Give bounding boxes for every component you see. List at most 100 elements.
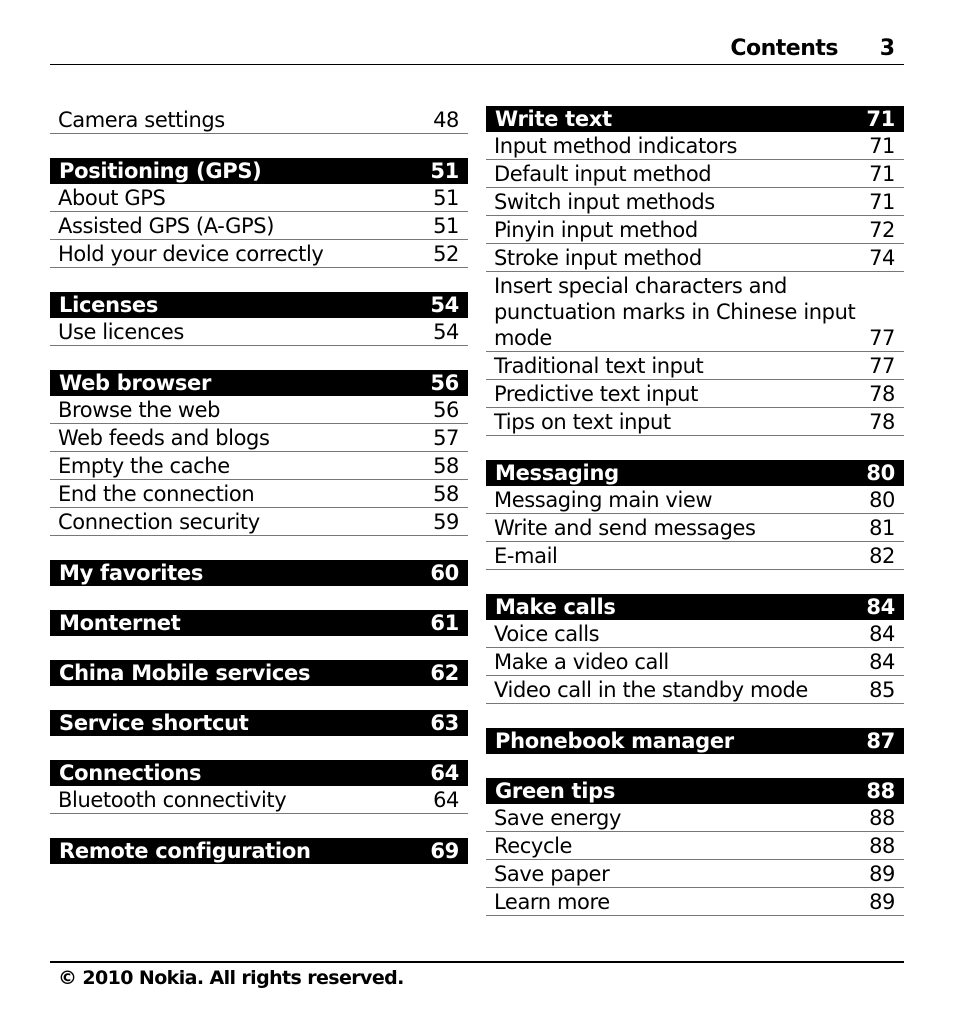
- entry-title: Tips on text input: [494, 410, 671, 434]
- entry-page-number: 80: [869, 488, 895, 512]
- entry-page-number: 56: [433, 398, 459, 422]
- chapter-page-number: 60: [430, 561, 459, 585]
- header-title: Contents: [730, 36, 838, 61]
- toc-chapter-heading[interactable]: China Mobile services 62: [50, 660, 468, 686]
- entry-title: Empty the cache: [58, 454, 230, 478]
- toc-section: My favorites 60: [50, 560, 468, 586]
- entry-title: Learn more: [494, 890, 610, 914]
- entry-title: Traditional text input: [494, 354, 704, 378]
- toc-chapter-heading[interactable]: Phonebook manager 87: [486, 728, 904, 754]
- toc-entry[interactable]: Video call in the standby mode 85: [486, 676, 904, 704]
- toc-chapter-heading[interactable]: Monternet 61: [50, 610, 468, 636]
- chapter-page-number: 61: [430, 611, 459, 635]
- toc-chapter-heading[interactable]: Positioning (GPS) 51: [50, 158, 468, 184]
- entry-title: Voice calls: [494, 622, 600, 646]
- toc-section: Service shortcut 63: [50, 710, 468, 736]
- toc-entry[interactable]: Voice calls 84: [486, 620, 904, 648]
- copyright-text: © 2010 Nokia. All rights reserved.: [58, 967, 404, 989]
- entry-title: Messaging main view: [494, 488, 713, 512]
- entry-page-number: 81: [869, 516, 895, 540]
- toc-entry[interactable]: Web feeds and blogs 57: [50, 424, 468, 452]
- entry-title: Assisted GPS (A-GPS): [58, 214, 275, 238]
- entry-title: Save energy: [494, 806, 621, 830]
- toc-section: Write text 71 Input method indicators 71 Def…: [486, 106, 904, 436]
- toc-entry[interactable]: Browse the web 56: [50, 396, 468, 424]
- toc-chapter-heading[interactable]: Make calls 84: [486, 594, 904, 620]
- toc-entry[interactable]: About GPS 51: [50, 184, 468, 212]
- chapter-title: Remote configuration: [59, 839, 311, 863]
- toc-entry[interactable]: Assisted GPS (A-GPS) 51: [50, 212, 468, 240]
- entry-page-number: 48: [433, 108, 459, 132]
- toc-section: China Mobile services 62: [50, 660, 468, 686]
- chapter-title: Make calls: [495, 595, 616, 619]
- toc-entry[interactable]: Learn more 89: [486, 888, 904, 916]
- entry-page-number: 89: [869, 862, 895, 886]
- toc-entry[interactable]: Insert special characters and punctuatio…: [486, 272, 904, 352]
- entry-title: Web feeds and blogs: [58, 426, 270, 450]
- toc-section: Phonebook manager 87: [486, 728, 904, 754]
- toc-entry[interactable]: End the connection 58: [50, 480, 468, 508]
- entry-page-number: 85: [869, 678, 895, 702]
- chapter-title: Service shortcut: [59, 711, 249, 735]
- chapter-title: Monternet: [59, 611, 181, 635]
- toc-section: Licenses 54 Use licences 54: [50, 292, 468, 346]
- toc-entry[interactable]: Input method indicators 71: [486, 132, 904, 160]
- toc-chapter-heading[interactable]: Messaging 80: [486, 460, 904, 486]
- entry-page-number: 59: [433, 510, 459, 534]
- chapter-title: Messaging: [495, 461, 619, 485]
- entry-title: Stroke input method: [494, 246, 702, 270]
- toc-entry[interactable]: Default input method 71: [486, 160, 904, 188]
- entry-page-number: 84: [869, 622, 895, 646]
- toc-chapter-heading[interactable]: Connections 64: [50, 760, 468, 786]
- chapter-page-number: 69: [430, 839, 459, 863]
- toc-chapter-heading[interactable]: Licenses 54: [50, 292, 468, 318]
- toc-entry[interactable]: Use licences 54: [50, 318, 468, 346]
- toc-entry[interactable]: Save energy 88: [486, 804, 904, 832]
- entry-title: Make a video call: [494, 650, 669, 674]
- toc-entry[interactable]: E-mail 82: [486, 542, 904, 570]
- entry-page-number: 78: [869, 410, 895, 434]
- toc-entry[interactable]: Hold your device correctly 52: [50, 240, 468, 268]
- entry-page-number: 51: [433, 186, 459, 210]
- entry-title: Insert special characters and punctuatio…: [494, 274, 856, 350]
- toc-section: Camera settings 48: [50, 106, 468, 134]
- toc-entry[interactable]: Empty the cache 58: [50, 452, 468, 480]
- header-page-number: 3: [879, 36, 895, 61]
- entry-page-number: 58: [433, 454, 459, 478]
- toc-entry[interactable]: Camera settings 48: [50, 106, 468, 134]
- toc-chapter-heading[interactable]: Web browser 56: [50, 370, 468, 396]
- chapter-page-number: 56: [430, 371, 459, 395]
- entry-title: Save paper: [494, 862, 610, 886]
- toc-entry[interactable]: Pinyin input method 72: [486, 216, 904, 244]
- toc-chapter-heading[interactable]: Green tips 88: [486, 778, 904, 804]
- entry-title: E-mail: [494, 544, 558, 568]
- toc-entry[interactable]: Predictive text input 78: [486, 380, 904, 408]
- chapter-title: Green tips: [495, 779, 616, 803]
- toc-entry[interactable]: Recycle 88: [486, 832, 904, 860]
- page-header: Contents 3: [50, 34, 904, 65]
- toc-section: Make calls 84 Voice calls 84 Make a video ca…: [486, 594, 904, 704]
- toc-entry[interactable]: Traditional text input 77: [486, 352, 904, 380]
- toc-chapter-heading[interactable]: My favorites 60: [50, 560, 468, 586]
- entry-title: Bluetooth connectivity: [58, 788, 287, 812]
- toc-entry[interactable]: Save paper 89: [486, 860, 904, 888]
- toc-entry[interactable]: Messaging main view 80: [486, 486, 904, 514]
- toc-entry[interactable]: Tips on text input 78: [486, 408, 904, 436]
- entry-page-number: 64: [433, 788, 459, 812]
- toc-chapter-heading[interactable]: Remote configuration 69: [50, 838, 468, 864]
- toc-chapter-heading[interactable]: Service shortcut 63: [50, 710, 468, 736]
- toc-entry[interactable]: Switch input methods 71: [486, 188, 904, 216]
- toc-entry[interactable]: Bluetooth connectivity 64: [50, 786, 468, 814]
- chapter-title: Connections: [59, 761, 202, 785]
- toc-entry[interactable]: Make a video call 84: [486, 648, 904, 676]
- toc-entry[interactable]: Connection security 59: [50, 508, 468, 536]
- toc-entry[interactable]: Write and send messages 81: [486, 514, 904, 542]
- entry-title: Default input method: [494, 162, 712, 186]
- entry-title: Predictive text input: [494, 382, 698, 406]
- entry-page-number: 71: [869, 134, 895, 158]
- entry-page-number: 57: [433, 426, 459, 450]
- entry-page-number: 77: [869, 326, 895, 350]
- toc-chapter-heading[interactable]: Write text 71: [486, 106, 904, 132]
- entry-page-number: 54: [433, 320, 459, 344]
- toc-entry[interactable]: Stroke input method 74: [486, 244, 904, 272]
